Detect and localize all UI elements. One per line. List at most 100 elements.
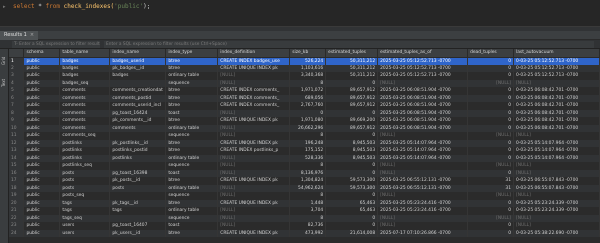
table-cell-table_name[interactable]: postlinks_seq — [59, 162, 111, 170]
table-cell-size_kb[interactable]: 175,152 — [289, 147, 327, 155]
table-cell-index_name[interactable]: pg_toast_16424 — [109, 109, 167, 117]
table-cell-table_name[interactable]: comments — [59, 87, 111, 95]
table-cell-index_type[interactable]: sequence — [165, 162, 219, 170]
table-row[interactable]: 12 public postlinks pk_postlinks__id btree CR… — [9, 139, 600, 147]
table-cell-schema[interactable]: public — [23, 87, 61, 95]
table-cell-dead_tuples[interactable]: 31 — [467, 177, 514, 185]
table-cell-index_type[interactable]: btree — [165, 102, 219, 110]
table-cell-dead_tuples[interactable]: 31 — [467, 184, 514, 192]
table-cell-index_type[interactable]: ordinary table — [165, 207, 219, 215]
table-cell-index_definition[interactable]: [NULL] — [217, 169, 291, 177]
table-cell-table_name[interactable]: badges — [59, 64, 111, 72]
row-number[interactable]: 24 — [9, 229, 25, 237]
table-cell-size_kb[interactable]: 26,662,296 — [289, 124, 327, 132]
table-cell-schema[interactable]: public — [23, 109, 61, 117]
table-row[interactable]: 6 public comments comments_postid btree CREAT… — [9, 94, 600, 102]
table-cell-estimated_tuples[interactable]: 65,463 — [325, 207, 379, 215]
row-number[interactable]: 3 — [9, 72, 25, 80]
table-cell-dead_tuples[interactable]: 0 — [467, 124, 514, 132]
table-cell-estimated_tuples_as_of[interactable]: [NULL] — [377, 222, 469, 230]
table-cell-schema[interactable]: public — [23, 139, 61, 147]
table-cell-table_name[interactable]: posts — [59, 169, 111, 177]
table-cell-index_type[interactable]: btree — [165, 57, 219, 65]
table-cell-dead_tuples[interactable]: 0 — [467, 199, 514, 207]
row-number[interactable]: 9 — [9, 117, 25, 125]
row-number[interactable]: 18 — [9, 184, 25, 192]
table-cell-last_autovacuum[interactable]: [NULL] — [513, 192, 600, 200]
table-cell-index_type[interactable]: ordinary table — [165, 154, 219, 162]
table-cell-estimated_tuples_as_of[interactable]: 2025-03-25 05:12:52.713 -0700 — [377, 57, 469, 65]
table-cell-size_kb[interactable]: 54,962,624 — [289, 184, 327, 192]
table-cell-last_autovacuum[interactable]: 0-03-25 05:12:52.713 -0700 — [513, 72, 600, 80]
table-cell-estimated_tuples_as_of[interactable]: 2025-03-25 06:08:51.904 -0700 — [377, 124, 469, 132]
table-row[interactable]: 16 public posts pg_toast_16398 toast [NULL] 8,… — [9, 169, 600, 177]
row-number[interactable]: 14 — [9, 154, 25, 162]
table-row[interactable]: 18 public posts posts ordinary table [NULL] 54… — [9, 184, 600, 192]
table-cell-estimated_tuples_as_of[interactable]: 2025-03-25 06:08:51.904 -0700 — [377, 94, 469, 102]
table-cell-index_definition[interactable]: CREATE INDEX comments_ — [217, 94, 291, 102]
table-cell-index_name[interactable] — [109, 132, 167, 140]
table-cell-last_autovacuum[interactable]: [NULL] — [513, 169, 600, 177]
table-cell-index_definition[interactable]: [NULL] — [217, 154, 291, 162]
row-number[interactable]: 10 — [9, 124, 25, 132]
table-cell-size_kb[interactable]: 8 — [289, 214, 327, 222]
table-cell-estimated_tuples_as_of[interactable]: 2025-03-25 06:55:12.131 -0700 — [377, 177, 469, 185]
table-cell-index_type[interactable]: btree — [165, 87, 219, 95]
table-cell-index_name[interactable] — [109, 192, 167, 200]
text-view-tab[interactable]: Text — [1, 75, 8, 91]
table-cell-estimated_tuples_as_of[interactable]: 2025-03-25 06:08:51.904 -0700 — [377, 109, 469, 117]
table-cell-table_name[interactable]: tags — [59, 207, 111, 215]
table-cell-estimated_tuples[interactable]: 0 — [325, 169, 379, 177]
filter-input-left[interactable]: T- Enter a SQL expression to filter resu… — [12, 41, 100, 48]
table-cell-index_type[interactable]: btree — [165, 177, 219, 185]
results-grid[interactable]: schema table_name index_name index_type inde… — [9, 49, 600, 243]
table-cell-index_name[interactable]: tags — [109, 207, 167, 215]
table-cell-index_definition[interactable]: CREATE UNIQUE INDEX pk — [217, 229, 291, 237]
table-cell-index_name[interactable]: posts — [109, 184, 167, 192]
table-cell-index_definition[interactable]: CREATE UNIQUE INDEX pk — [217, 199, 291, 207]
table-cell-size_kb[interactable]: 8,136,976 — [289, 169, 327, 177]
table-cell-index_definition[interactable]: [NULL] — [217, 222, 291, 230]
table-cell-index_definition[interactable]: CREATE INDEX comments_ — [217, 102, 291, 110]
table-cell-size_kb[interactable]: 196,248 — [289, 139, 327, 147]
table-cell-index_type[interactable]: btree — [165, 229, 219, 237]
table-cell-dead_tuples[interactable]: [NULL] — [467, 214, 514, 222]
table-cell-index_type[interactable]: ordinary table — [165, 124, 219, 132]
table-cell-last_autovacuum[interactable]: 0-03-25 05:14:07.964 -0700 — [513, 139, 600, 147]
table-cell-size_kb[interactable]: 2,767,760 — [289, 102, 327, 110]
table-cell-dead_tuples[interactable]: 0 — [467, 139, 514, 147]
table-cell-schema[interactable]: public — [23, 207, 61, 215]
table-row[interactable]: 9 public comments pk_comments__id btree CREAT… — [9, 117, 600, 125]
table-cell-table_name[interactable]: badges — [59, 72, 111, 80]
table-cell-schema[interactable]: public — [23, 64, 61, 72]
table-cell-dead_tuples[interactable]: 0 — [467, 87, 514, 95]
table-row[interactable]: 2 public badges pk_badges__id btree CREATE UN… — [9, 64, 600, 72]
table-cell-size_kb[interactable]: 82,736 — [289, 222, 327, 230]
filter-input[interactable]: Enter a SQL expression to filter results… — [104, 41, 594, 48]
table-cell-schema[interactable]: public — [23, 132, 61, 140]
table-cell-schema[interactable]: public — [23, 177, 61, 185]
table-cell-estimated_tuples[interactable]: 89,657,912 — [325, 87, 379, 95]
table-cell-index_name[interactable]: postlinks — [109, 154, 167, 162]
table-row[interactable]: 24 public users pk_users__id btree CREATE UNI… — [9, 229, 600, 237]
table-cell-estimated_tuples[interactable]: 59,573,300 — [325, 184, 379, 192]
table-cell-size_kb[interactable]: 473,992 — [289, 229, 327, 237]
table-cell-estimated_tuples_as_of[interactable]: 2025-03-25 06:08:51.904 -0700 — [377, 102, 469, 110]
table-cell-dead_tuples[interactable]: [NULL] — [467, 132, 514, 140]
table-cell-table_name[interactable]: badges — [59, 57, 111, 65]
table-cell-table_name[interactable]: tags — [59, 199, 111, 207]
table-cell-dead_tuples[interactable]: 0 — [467, 64, 514, 72]
table-cell-estimated_tuples_as_of[interactable]: 2025-03-25 05:14:07.964 -0700 — [377, 139, 469, 147]
table-cell-index_name[interactable]: pk_postlinks__id — [109, 139, 167, 147]
table-cell-index_name[interactable]: pk_posts__id — [109, 177, 167, 185]
table-row[interactable]: 4 public badges_seq sequence [NULL] 8 0 [NULL][… — [9, 79, 600, 87]
table-cell-size_kb[interactable]: 1,304,824 — [289, 177, 327, 185]
close-icon[interactable]: × — [30, 32, 34, 38]
table-cell-index_name[interactable]: comments_userid_incl — [109, 102, 167, 110]
table-cell-schema[interactable]: public — [23, 72, 61, 80]
table-cell-dead_tuples[interactable]: 0 — [467, 102, 514, 110]
table-cell-last_autovacuum[interactable]: [NULL] — [513, 214, 600, 222]
table-cell-index_definition[interactable]: [NULL] — [217, 207, 291, 215]
table-cell-index_type[interactable]: btree — [165, 64, 219, 72]
table-cell-schema[interactable]: public — [23, 117, 61, 125]
